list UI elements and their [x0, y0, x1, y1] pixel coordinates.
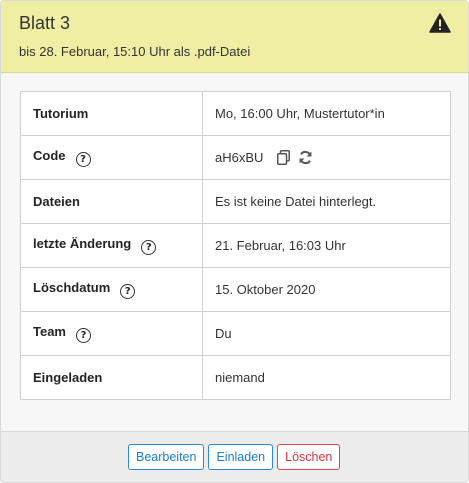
deadline-text: bis 28. Februar, 15:10 Uhr als .pdf-Date…: [19, 44, 251, 59]
table-row: Dateien Es ist keine Datei hinterlegt.: [20, 179, 451, 224]
row-value: niemand: [202, 355, 451, 400]
row-label: Löschdatum?: [20, 267, 203, 312]
row-value: Du: [202, 311, 451, 356]
table-row: Löschdatum? 15. Oktober 2020: [20, 267, 451, 312]
row-value: Es ist keine Datei hinterlegt.: [202, 179, 451, 224]
row-label: Tutorium: [20, 91, 203, 136]
row-label: Team?: [20, 311, 203, 356]
help-icon[interactable]: ?: [141, 240, 157, 255]
label-text: Team: [33, 324, 66, 339]
card-footer: Bearbeiten Einladen Löschen: [1, 431, 468, 482]
warning-triangle-icon: [429, 13, 451, 33]
table-row: Team? Du: [20, 311, 451, 356]
copy-icon[interactable]: [277, 150, 291, 165]
invite-button[interactable]: Einladen: [208, 444, 274, 470]
label-text: Dateien: [33, 194, 80, 209]
refresh-icon[interactable]: [298, 150, 313, 165]
row-value: Mo, 16:00 Uhr, Mustertutor*in: [202, 91, 451, 136]
row-label: Code?: [20, 135, 203, 180]
table-row: Tutorium Mo, 16:00 Uhr, Mustertutor*in: [20, 91, 451, 136]
details-table: Tutorium Mo, 16:00 Uhr, Mustertutor*in C…: [20, 91, 451, 400]
help-icon[interactable]: ?: [76, 328, 91, 343]
code-value: aH6xBU: [215, 150, 264, 165]
help-icon[interactable]: ?: [120, 284, 136, 299]
card-body: Tutorium Mo, 16:00 Uhr, Mustertutor*in C…: [1, 73, 468, 431]
row-label: Dateien: [20, 179, 203, 224]
label-text: Code: [33, 148, 66, 163]
table-row: Eingeladen niemand: [20, 355, 451, 400]
delete-button[interactable]: Löschen: [277, 444, 341, 470]
label-text: Tutorium: [33, 106, 89, 121]
label-text: Löschdatum: [33, 280, 111, 295]
help-icon[interactable]: ?: [75, 152, 91, 167]
table-row: Code? aH6xBU: [20, 135, 451, 180]
row-value: 21. Februar, 16:03 Uhr: [202, 223, 451, 268]
edit-button[interactable]: Bearbeiten: [128, 444, 205, 470]
card-title: Blatt 3: [19, 13, 71, 33]
table-row: letzte Änderung? 21. Februar, 16:03 Uhr: [20, 223, 451, 268]
card-header: Blatt 3 bis 28. Februar, 15:10 Uhr als .…: [1, 1, 468, 73]
submission-card: Blatt 3 bis 28. Februar, 15:10 Uhr als .…: [0, 0, 469, 483]
footer-actions: Bearbeiten Einladen Löschen: [128, 444, 341, 470]
row-value: 15. Oktober 2020: [202, 267, 451, 312]
row-label: Eingeladen: [20, 355, 203, 400]
label-text: Eingeladen: [33, 370, 103, 385]
row-value: aH6xBU: [202, 135, 451, 180]
label-text: letzte Änderung: [33, 236, 132, 251]
row-label: letzte Änderung?: [20, 223, 203, 268]
